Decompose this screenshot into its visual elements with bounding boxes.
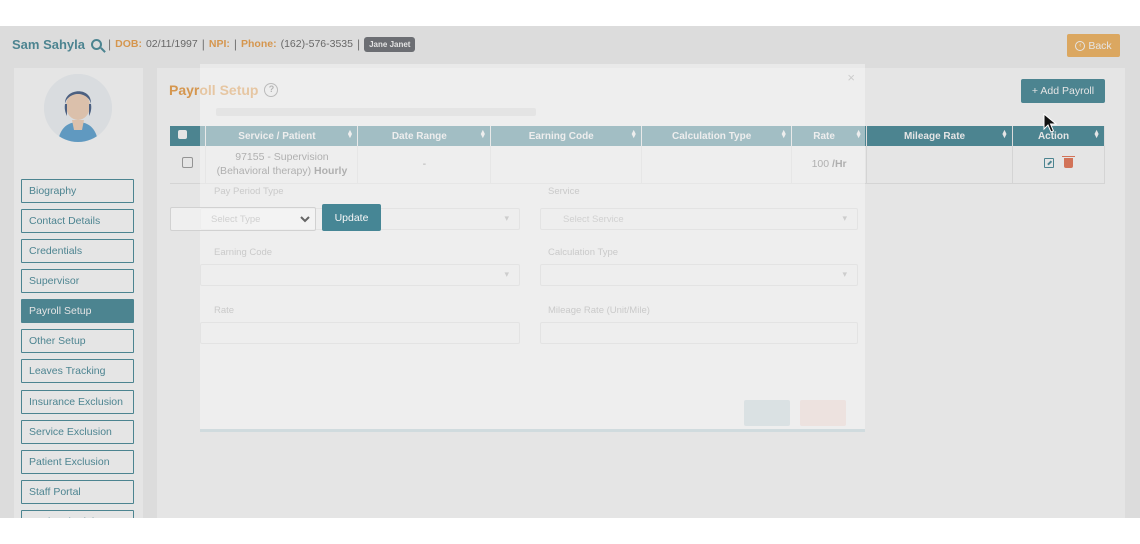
status-select-value: Select Type	[211, 213, 261, 225]
earning-code-select[interactable]: ▾	[200, 264, 520, 286]
earning-code-label: Earning Code	[214, 247, 273, 258]
service-select[interactable]: Select Service ▾	[540, 208, 858, 230]
update-button[interactable]: Update	[322, 204, 381, 231]
rate-input[interactable]	[200, 322, 520, 344]
chevron-down-icon: ▾	[842, 269, 847, 279]
mouse-cursor-icon	[1043, 113, 1057, 133]
mileage-rate-input[interactable]	[540, 322, 858, 344]
calculation-type-label: Calculation Type	[548, 247, 619, 258]
calculation-type-select[interactable]: ▾	[540, 264, 858, 286]
status-select[interactable]: Select Type	[170, 207, 316, 231]
app-window: Sam Sahyla | DOB: 02/11/1997 | NPI: | Ph…	[0, 26, 1140, 518]
mileage-rate-label: Mileage Rate (Unit/Mile)	[548, 305, 650, 316]
modal-heading-placeholder	[216, 108, 536, 116]
chevron-down-icon: ▾	[504, 213, 509, 223]
cancel-button[interactable]	[800, 400, 846, 426]
rate-label: Rate	[214, 305, 235, 316]
save-button[interactable]	[744, 400, 790, 426]
close-icon[interactable]: ×	[847, 70, 855, 85]
add-payroll-modal: × Pay Period Type ▾ Service Select Servi…	[200, 64, 865, 432]
service-select-placeholder: Select Service	[563, 213, 624, 225]
pay-period-type-label: Pay Period Type	[214, 186, 284, 197]
chevron-down-icon: ▾	[842, 213, 847, 223]
chevron-down-icon: ▾	[504, 269, 509, 279]
service-label: Service	[548, 186, 580, 197]
chevron-down-icon	[300, 216, 310, 223]
